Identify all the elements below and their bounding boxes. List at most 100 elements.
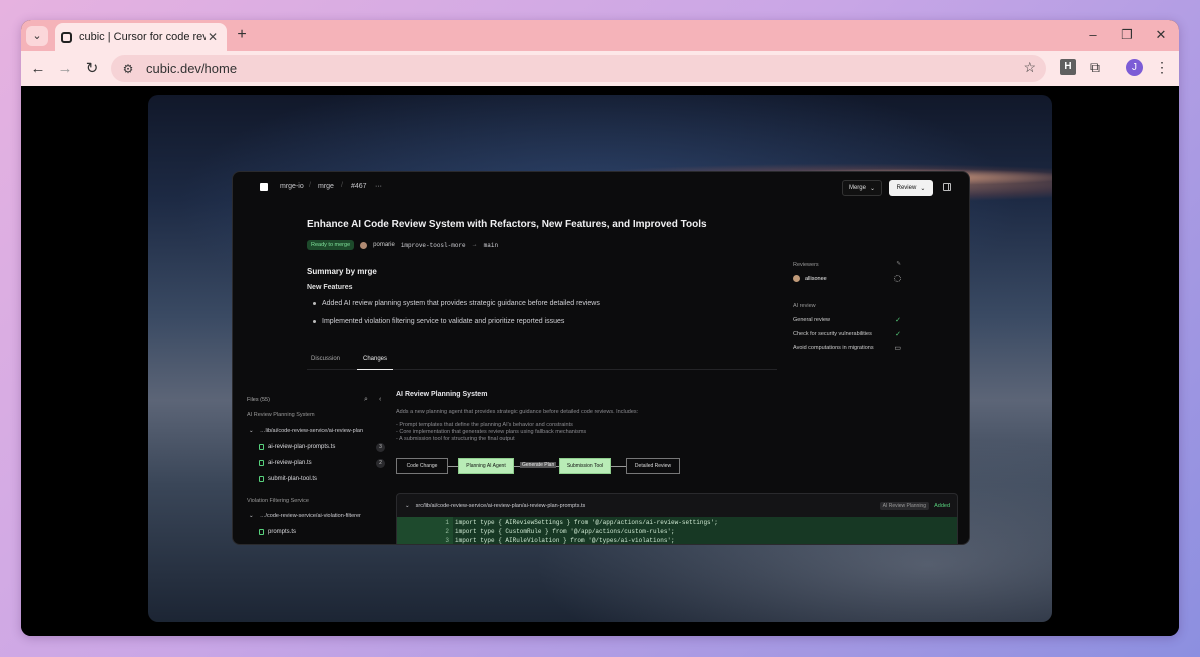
tab-bar: ⌄ cubic | Cursor for code review ✕ + – ❐… bbox=[21, 20, 1179, 51]
restore-icon[interactable]: ❐ bbox=[1117, 28, 1137, 42]
window-close-icon[interactable]: ✕ bbox=[1151, 28, 1171, 42]
author-avatar bbox=[360, 241, 368, 249]
code-line: 3 import type { AIRuleViolation } from '@… bbox=[397, 537, 957, 544]
feature-item: Implemented violation filtering service … bbox=[313, 318, 564, 325]
mrge-logo-icon bbox=[260, 183, 268, 191]
folder-path[interactable]: …lib/ai/code-review-service/ai-review-pl… bbox=[260, 428, 363, 434]
comment-count: 3 bbox=[376, 442, 385, 452]
browser-toolbar: ← → ↻ ⚙ cubic.dev/home ☆ H ⧉ J ⋮ bbox=[21, 51, 1179, 86]
diff-section-tag: AI Review Planning bbox=[879, 502, 929, 510]
chevron-down-icon[interactable]: ⌄ bbox=[249, 428, 254, 434]
comment-count: 2 bbox=[376, 458, 385, 468]
code-line: 2 import type { CustomRule } from '@/app/… bbox=[397, 528, 957, 537]
bullet-icon bbox=[313, 320, 316, 323]
app-preview: mrge-io / mrge / #467 ··· Merge ⌄ Review ⌄… bbox=[232, 171, 970, 545]
file-icon bbox=[259, 444, 264, 450]
chevron-down-icon[interactable]: ⌄ bbox=[249, 513, 254, 519]
chevron-down-icon: ⌄ bbox=[869, 185, 876, 192]
flow-node-submission-tool: Submission Tool bbox=[559, 458, 611, 474]
file-name: ai-review-plan-prompts.ts bbox=[268, 444, 336, 450]
minimize-icon[interactable]: – bbox=[1083, 28, 1103, 42]
page-viewport: mrge-io / mrge / #467 ··· Merge ⌄ Review ⌄… bbox=[21, 86, 1179, 636]
address-bar[interactable]: ⚙ cubic.dev/home ☆ bbox=[111, 55, 1046, 82]
line-text: import type { AIReviewSettings } from '@… bbox=[455, 519, 718, 526]
check-item: General review bbox=[793, 317, 830, 323]
source-branch: improve-toosl-more bbox=[400, 241, 466, 249]
summary-title: Summary by mrge bbox=[307, 267, 377, 276]
url-text[interactable]: cubic.dev/home bbox=[146, 61, 237, 76]
merge-button[interactable]: Merge ⌄ bbox=[842, 180, 882, 196]
file-item[interactable]: submit-plan-tool.ts bbox=[259, 476, 317, 482]
search-icon[interactable]: ⌕ bbox=[364, 396, 368, 404]
chevron-down-icon: ⌄ bbox=[32, 30, 42, 42]
sidebar-toggle-icon[interactable] bbox=[943, 183, 951, 191]
diff-file-path: src/lib/ai/code-review-service/ai-review… bbox=[415, 502, 586, 509]
chevron-down-icon[interactable]: ⌄ bbox=[405, 503, 410, 509]
file-name: ai-review-plan.ts bbox=[268, 460, 312, 466]
menu-kebab-icon[interactable]: ⋮ bbox=[1154, 59, 1170, 75]
flow-edge bbox=[611, 466, 626, 467]
detail-list-item: - Prompt templates that define the plann… bbox=[396, 422, 573, 428]
target-branch: main bbox=[483, 241, 499, 249]
h-extension-icon[interactable]: H bbox=[1060, 59, 1076, 75]
new-tab-button[interactable]: + bbox=[233, 26, 251, 44]
tab-search-button[interactable]: ⌄ bbox=[26, 25, 48, 46]
tab-title: cubic | Cursor for code review bbox=[79, 31, 206, 43]
feature-text: Added AI review planning system that pro… bbox=[322, 300, 600, 307]
edit-pencil-icon[interactable]: ✎ bbox=[896, 261, 901, 267]
folder-path[interactable]: …/code-review-service/ai-violation-filte… bbox=[260, 513, 361, 519]
diff-body: 1 import type { AIReviewSettings } from '… bbox=[397, 517, 957, 544]
line-text: import type { AIRuleViolation } from '@/… bbox=[455, 537, 675, 544]
site-settings-icon[interactable]: ⚙ bbox=[117, 59, 139, 79]
file-item[interactable]: prompts.ts bbox=[259, 529, 296, 535]
pending-status-icon bbox=[894, 275, 901, 282]
author-name: pomarie bbox=[373, 242, 395, 248]
file-item[interactable]: ai-review-plan.ts 2 bbox=[259, 458, 385, 468]
check-item: Avoid computations in migrations bbox=[793, 345, 874, 351]
diff-header[interactable]: ⌄ src/lib/ai/code-review-service/ai-revi… bbox=[397, 494, 957, 517]
reload-icon[interactable]: ↻ bbox=[82, 59, 102, 79]
detail-description: Adds a new planning agent that provides … bbox=[396, 409, 639, 415]
flow-edge-label: Generate Plan bbox=[520, 462, 557, 468]
profile-avatar[interactable]: J bbox=[1126, 59, 1143, 76]
ai-review-label: AI review bbox=[793, 303, 816, 309]
line-number: 2 bbox=[445, 528, 449, 535]
pr-meta: Ready to merge pomarie improve-toosl-mor… bbox=[307, 240, 498, 250]
reviewer-name: allisonee bbox=[805, 276, 827, 282]
line-number: 3 bbox=[445, 537, 449, 544]
breadcrumb-repo[interactable]: mrge bbox=[318, 183, 334, 190]
feature-text: Implemented violation filtering service … bbox=[322, 318, 565, 325]
chevron-down-icon: ⌄ bbox=[920, 185, 926, 192]
breadcrumb-separator: / bbox=[309, 182, 311, 189]
tab-changes[interactable]: Changes bbox=[357, 356, 394, 370]
forward-icon[interactable]: → bbox=[55, 59, 75, 79]
flow-node-detailed-review: Detailed Review bbox=[626, 458, 680, 474]
reviewers-label: Reviewers bbox=[793, 262, 819, 268]
file-name: prompts.ts bbox=[268, 529, 297, 535]
pr-tabs: Discussion Changes bbox=[307, 352, 777, 370]
status-badge: Ready to merge bbox=[307, 240, 355, 250]
extensions-puzzle-icon[interactable]: ⧉ bbox=[1087, 59, 1103, 75]
bookmark-star-icon[interactable]: ☆ bbox=[1023, 59, 1036, 76]
flow-node-code-change: Code Change bbox=[396, 458, 448, 474]
check-item: Check for security vulnerabilities bbox=[793, 331, 872, 337]
code-diff: ⌄ src/lib/ai/code-review-service/ai-revi… bbox=[396, 493, 958, 544]
breadcrumb-pr[interactable]: #467 bbox=[351, 183, 367, 190]
arrow-right-icon: → bbox=[471, 242, 478, 248]
new-features-title: New Features bbox=[307, 284, 353, 291]
check-icon: ✓ bbox=[895, 317, 901, 324]
browser-tab[interactable]: cubic | Cursor for code review ✕ bbox=[55, 23, 227, 51]
tab-discussion[interactable]: Discussion bbox=[311, 356, 340, 370]
close-icon[interactable]: ✕ bbox=[206, 30, 220, 44]
app-header: mrge-io / mrge / #467 ··· Merge ⌄ Review ⌄ bbox=[233, 172, 969, 203]
file-item[interactable]: ai-review-plan-prompts.ts 3 bbox=[259, 442, 385, 452]
comment-icon: ▭ bbox=[894, 345, 901, 352]
file-icon bbox=[259, 476, 264, 482]
detail-list-item: - A submission tool for structuring the … bbox=[396, 436, 515, 442]
breadcrumb-org[interactable]: mrge-io bbox=[280, 183, 304, 190]
back-icon[interactable]: ← bbox=[28, 59, 48, 79]
pr-title: Enhance AI Code Review System with Refac… bbox=[307, 219, 707, 230]
more-icon[interactable]: ··· bbox=[375, 183, 382, 190]
review-button[interactable]: Review ⌄ bbox=[889, 180, 933, 196]
collapse-icon[interactable]: ‹ bbox=[379, 396, 381, 403]
